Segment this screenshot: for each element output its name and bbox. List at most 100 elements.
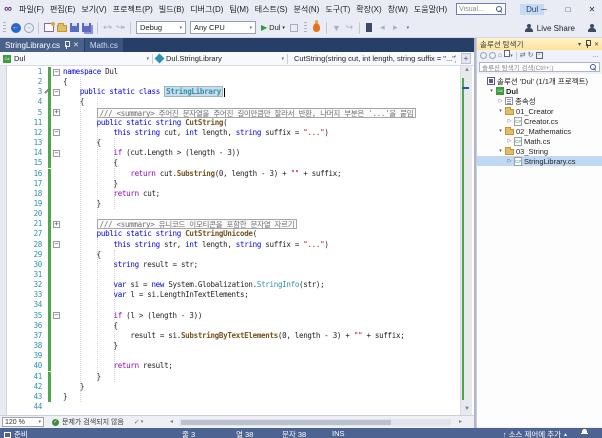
document-tab[interactable]: Math.cs: [84, 38, 123, 52]
menu-item[interactable]: 편집(E): [47, 2, 78, 17]
menu-item[interactable]: 분석(N): [291, 2, 323, 17]
collapsed-comment-box[interactable]: /// <summary> 유니코드 이모티콘을 포함한 문자열 자르기: [96, 219, 298, 230]
window-position-icon[interactable]: ▾: [578, 41, 581, 48]
tree-item[interactable]: ▾ C# Dul: [477, 86, 602, 96]
toolbar-grip[interactable]: [3, 21, 6, 34]
expanded-arrow-icon[interactable]: ▾: [497, 148, 504, 154]
breadcrumb-member-dropdown[interactable]: CutString(string cut, int length, string…: [288, 52, 456, 66]
scroll-left-icon[interactable]: ◂: [170, 418, 173, 427]
menu-item[interactable]: 창(W): [385, 2, 411, 17]
undo-button[interactable]: ↩ ▾: [101, 21, 114, 34]
scroll-right-icon[interactable]: ▸: [459, 418, 462, 427]
bookmark-next-button[interactable]: ▸: [389, 21, 402, 34]
fold-expand-icon[interactable]: +: [53, 220, 60, 228]
start-debugging-button[interactable]: ▶ Dul ▾: [258, 23, 288, 32]
menu-item[interactable]: 도움말(H): [411, 2, 450, 17]
live-share-button[interactable]: Live Share: [537, 24, 575, 33]
redo-button[interactable]: ↪ ▾: [114, 21, 127, 34]
code-editor[interactable]: 1− namespace Dul 2{3− public static class S…: [0, 66, 474, 415]
explorer-overflow-button[interactable]: …: [592, 51, 599, 60]
tab-pin-icon[interactable]: [64, 41, 70, 49]
quick-launch-search[interactable]: Visual...: [456, 3, 507, 15]
menu-item[interactable]: 보기(V): [78, 2, 109, 17]
menu-item[interactable]: 팀(M): [226, 2, 251, 17]
code-cleanup-button[interactable]: ✓ ▾: [134, 418, 143, 426]
navigate-back-button[interactable]: ←: [9, 21, 22, 34]
menu-item[interactable]: 테스트(S): [252, 2, 291, 17]
notifications-bell-icon[interactable]: [581, 429, 588, 436]
new-project-button[interactable]: [42, 21, 55, 34]
expanded-arrow-icon[interactable]: ▾: [497, 128, 504, 134]
hot-reload-button[interactable]: [310, 20, 323, 34]
scroll-up-icon[interactable]: ▲: [461, 67, 473, 73]
breadcrumb-project-dropdown[interactable]: C# Dul ▾: [0, 52, 152, 66]
solution-configuration-dropdown[interactable]: Debug ▾: [136, 21, 186, 34]
collapsed-arrow-icon[interactable]: ▷: [506, 118, 513, 124]
explorer-forward-button[interactable]: [489, 52, 496, 59]
vertical-scrollbar[interactable]: ▲ ▼: [460, 66, 472, 415]
fold-collapse-icon[interactable]: −: [53, 88, 60, 96]
fold-collapse-icon[interactable]: −: [53, 68, 60, 76]
solution-platform-dropdown[interactable]: Any CPU ▾: [190, 21, 256, 34]
horizontal-scrollbar[interactable]: ◂ ▸: [170, 418, 462, 427]
menu-item[interactable]: 확장(X): [353, 2, 384, 17]
toolbar-overflow-button[interactable]: ▾: [402, 21, 415, 34]
step-over-button[interactable]: ↪: [343, 21, 356, 34]
hscroll-track[interactable]: [179, 419, 451, 426]
tree-item[interactable]: 솔루션 'Dul' (1/1개 프로젝트): [477, 76, 602, 86]
save-all-button[interactable]: [81, 21, 94, 34]
menu-item[interactable]: 프로젝트(P): [110, 2, 156, 17]
switch-views-button[interactable]: ▾: [504, 50, 513, 61]
minimize-button[interactable]: ─: [538, 5, 550, 14]
tree-item[interactable]: ▷ C# Math.cs: [477, 136, 602, 146]
collapsed-comment-box[interactable]: /// <summary> 주어진 문자열을 주어진 길이만큼만 잘라서 반환,…: [96, 107, 417, 118]
tree-item[interactable]: ▷ C# Creator.cs: [477, 116, 602, 126]
feedback-icon[interactable]: [587, 23, 596, 33]
document-tab[interactable]: StringLibrary.cs ✕: [0, 38, 84, 52]
panel-close-icon[interactable]: ✕: [594, 41, 599, 48]
menu-item[interactable]: 도구(T): [322, 2, 353, 17]
open-file-button[interactable]: [55, 21, 68, 34]
fold-collapse-icon[interactable]: −: [53, 241, 60, 249]
close-button[interactable]: ✕: [586, 5, 598, 14]
tab-close-icon[interactable]: ✕: [73, 41, 79, 49]
tree-item[interactable]: ▷ C# StringLibrary.cs: [477, 156, 602, 166]
save-button[interactable]: [68, 21, 81, 34]
solution-explorer-search[interactable]: 솔루션 탐색기 검색(Ctrl+;): [479, 62, 600, 72]
editor-split-button[interactable]: +: [461, 53, 471, 64]
navigate-forward-button[interactable]: →: [22, 21, 35, 34]
menu-item[interactable]: 디버그(D): [187, 2, 226, 17]
home-icon[interactable]: ⌂: [498, 51, 502, 60]
code-health-indicator[interactable]: ✓ 문제가 검색되지 않음: [52, 417, 124, 427]
editor-zoom-dropdown[interactable]: 120 % ▾: [2, 417, 44, 427]
expanded-arrow-icon[interactable]: ▾: [488, 88, 495, 94]
collapsed-arrow-icon[interactable]: ▷: [506, 138, 513, 144]
collapsed-arrow-icon[interactable]: ▷: [506, 158, 513, 164]
tree-item[interactable]: ▾ 01_Creator: [477, 106, 602, 116]
fold-collapse-icon[interactable]: −: [53, 312, 60, 320]
attach-to-process-button[interactable]: [288, 21, 301, 34]
tree-item[interactable]: ▷ 종속성: [477, 96, 602, 106]
expanded-arrow-icon[interactable]: ▾: [497, 108, 504, 114]
hscroll-thumb[interactable]: [181, 420, 391, 425]
bookmark-prev-button[interactable]: ◂: [376, 21, 389, 34]
menu-item[interactable]: 파일(F): [16, 2, 47, 17]
add-to-source-control-button[interactable]: ↑ 소스 제어에 추가 ▲: [503, 429, 568, 438]
maximize-button[interactable]: □: [562, 5, 574, 14]
fold-collapse-icon[interactable]: −: [53, 149, 60, 157]
tree-item[interactable]: ▾ 02_Mathematics: [477, 126, 602, 136]
toolbar-grip[interactable]: [303, 21, 307, 34]
refresh-icon[interactable]: ↻: [528, 51, 534, 60]
step-into-button[interactable]: ▼: [330, 21, 343, 34]
menu-item[interactable]: 빌드(B): [156, 2, 187, 17]
bookmark-button[interactable]: [363, 21, 376, 34]
collapsed-arrow-icon[interactable]: ▷: [497, 98, 504, 104]
fold-collapse-icon[interactable]: −: [53, 129, 60, 137]
scroll-down-icon[interactable]: ▼: [461, 406, 473, 412]
explorer-back-button[interactable]: [480, 52, 487, 59]
solution-explorer-header[interactable]: 솔루션 탐색기 ▾ ✕: [477, 38, 602, 50]
sync-with-active-document-button[interactable]: ⇄: [520, 51, 526, 60]
tree-item[interactable]: ▾ 03_String: [477, 146, 602, 156]
fold-expand-icon[interactable]: +: [53, 109, 60, 117]
collapse-all-button[interactable]: −: [535, 52, 543, 59]
